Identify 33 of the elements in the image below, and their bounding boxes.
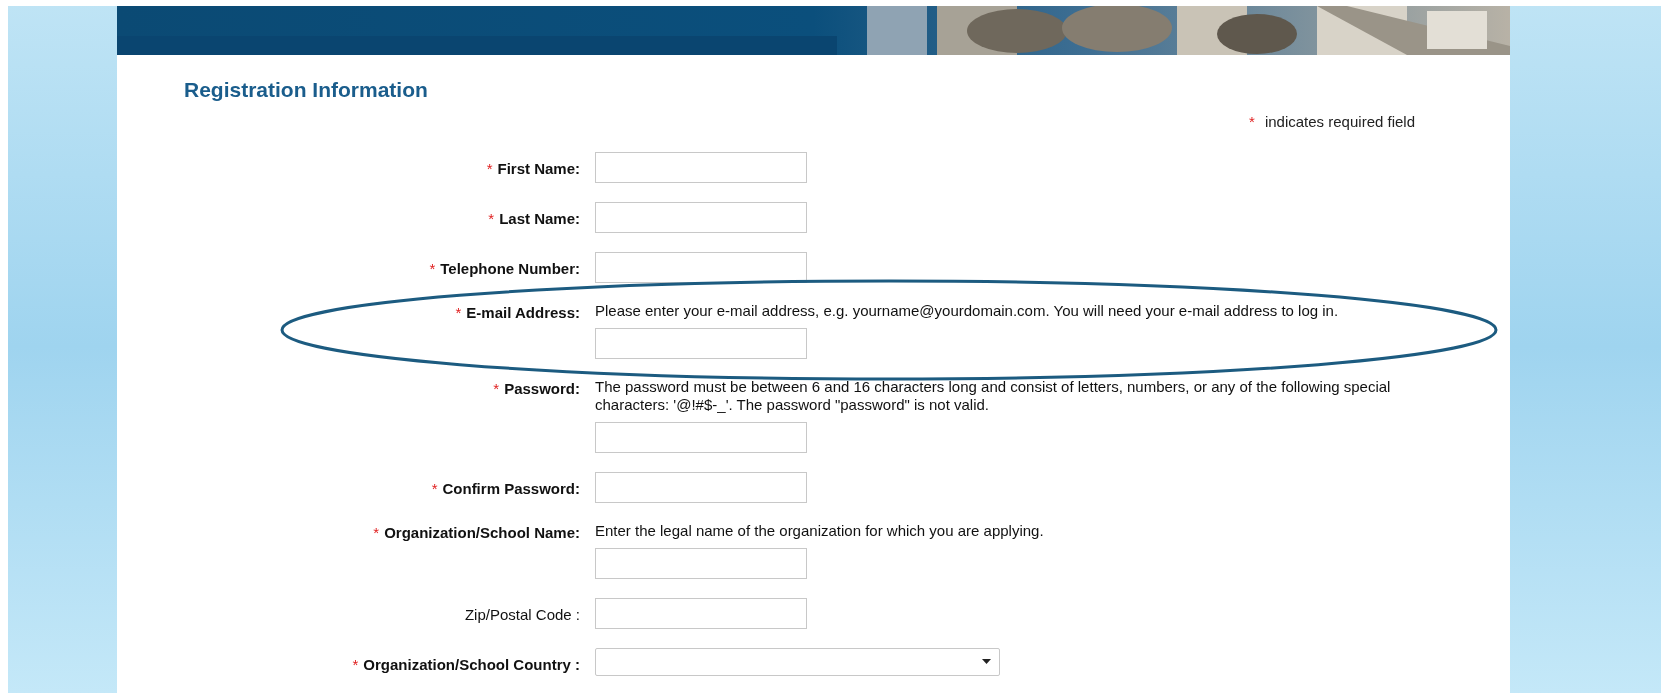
- required-asterisk: *: [493, 378, 500, 399]
- required-asterisk: *: [455, 302, 462, 323]
- field-label: E-mail Address:: [466, 302, 580, 323]
- required-asterisk: *: [488, 208, 495, 229]
- required-asterisk: *: [431, 478, 438, 499]
- input-field[interactable]: [595, 471, 807, 503]
- required-asterisk: *: [373, 522, 380, 543]
- required-asterisk: *: [486, 158, 493, 179]
- required-asterisk: *: [429, 258, 436, 279]
- field-label: Zip/Postal Code :: [464, 604, 580, 625]
- help-text: Enter the legal name of the organization for which you are applying.: [595, 521, 1044, 540]
- input-field[interactable]: [595, 327, 807, 359]
- input-field[interactable]: [595, 421, 807, 453]
- required-note: indicates required field: [1264, 112, 1415, 132]
- dropdown[interactable]: [595, 647, 1000, 676]
- field-label: Password:: [504, 378, 580, 399]
- caret-icon: [982, 659, 991, 664]
- field-label: Organization/School Country :: [363, 654, 580, 675]
- field-label: Telephone Number:: [440, 258, 580, 279]
- input-field[interactable]: [595, 151, 807, 183]
- help-text: The password must be between 6 and 16 characters long and consist of letters, numbers, or any of the following special characters: '@!#$-_'. The password "password" is not valid.: [595, 377, 1392, 414]
- input-field[interactable]: [595, 201, 807, 233]
- input-field[interactable]: [595, 251, 807, 283]
- input-field[interactable]: [595, 597, 807, 629]
- field-label: Organization/School Name:: [384, 522, 580, 543]
- required-asterisk: *: [1249, 112, 1255, 132]
- field-label: Last Name:: [499, 208, 580, 229]
- required-asterisk: *: [352, 654, 359, 675]
- input-field[interactable]: [595, 547, 807, 579]
- page-heading: Registration Information: [184, 78, 429, 102]
- field-label: Confirm Password:: [442, 478, 580, 499]
- help-text: Please enter your e-mail address, e.g. yourname@yourdomain.com. You will need your e-mail address to log in.: [595, 301, 1339, 320]
- field-label: First Name:: [497, 158, 580, 179]
